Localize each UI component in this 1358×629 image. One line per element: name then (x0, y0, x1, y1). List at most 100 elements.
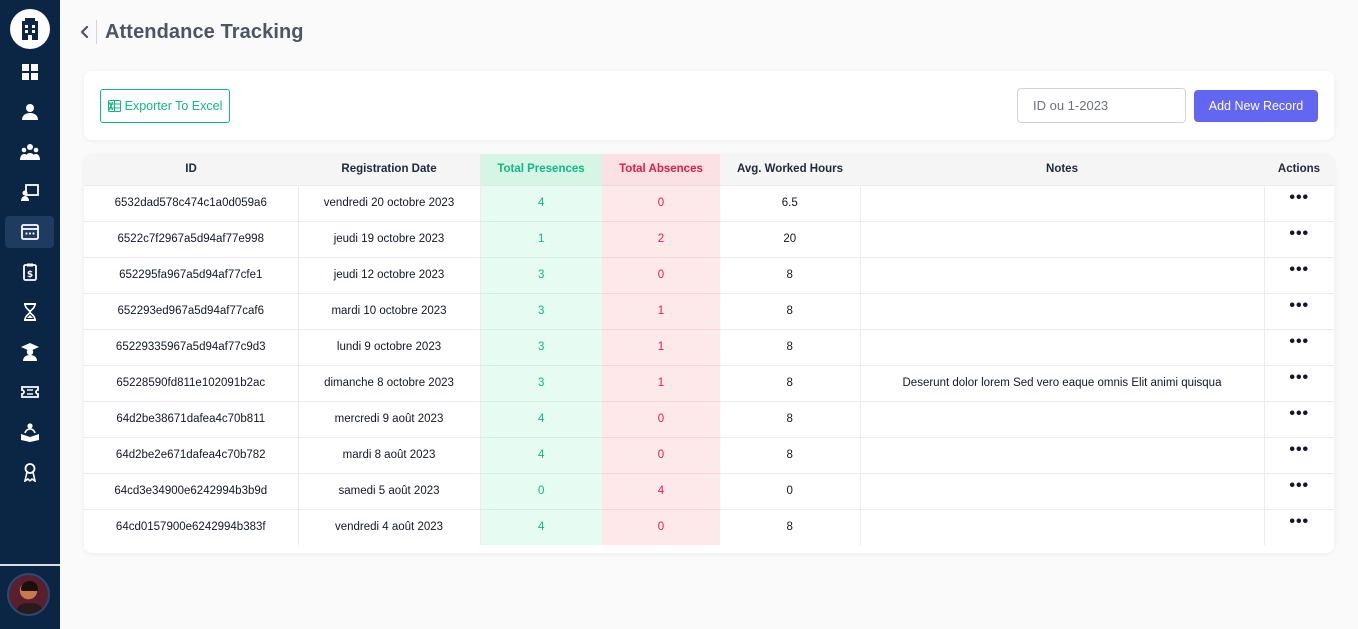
cell-id: 64d2be38671dafea4c70b811 (84, 400, 299, 437)
export-excel-button[interactable]: Exporter To Excel (100, 89, 230, 123)
avatar-hair (21, 581, 38, 591)
dashboard-icon (21, 64, 38, 80)
badge-icon (23, 463, 36, 482)
more-options-icon[interactable]: ••• (1289, 370, 1309, 386)
column-header-hours[interactable]: Avg. Worked Hours (720, 154, 860, 185)
company-logo[interactable] (10, 9, 50, 49)
more-options-icon[interactable]: ••• (1289, 442, 1309, 458)
cell-id: 6532dad578c474c1a0d059a6 (84, 184, 299, 221)
cell-presences: 4 (480, 184, 602, 221)
cell-id: 64d2be2e671dafea4c70b782 (84, 436, 299, 473)
toolbar-card: Exporter To Excel Add New Record (84, 71, 1334, 140)
cell-hours: 8 (720, 256, 861, 293)
column-header-date[interactable]: Registration Date (298, 154, 480, 185)
more-options-icon[interactable]: ••• (1289, 514, 1309, 530)
cell-id: 65229335967a5d94af77c9d3 (84, 328, 299, 365)
column-header-notes[interactable]: Notes (860, 154, 1264, 185)
more-options-icon[interactable]: ••• (1289, 406, 1309, 422)
cell-actions: ••• (1264, 292, 1334, 329)
search-input[interactable] (1017, 88, 1186, 123)
back-button[interactable] (78, 22, 92, 42)
table-row[interactable]: 65228590fd811e102091b2ac dimanche 8 octo… (84, 364, 1334, 401)
nav-training[interactable] (5, 176, 54, 208)
column-header-actions: Actions (1264, 154, 1334, 185)
cell-date: jeudi 12 octobre 2023 (298, 256, 481, 293)
cell-actions: ••• (1264, 184, 1334, 221)
nav-education[interactable] (5, 336, 54, 368)
cell-hours: 8 (720, 508, 861, 545)
cell-notes (860, 220, 1265, 257)
cell-actions: ••• (1264, 256, 1334, 293)
cell-actions: ••• (1264, 328, 1334, 365)
nav-library[interactable] (5, 416, 54, 448)
table-row[interactable]: 652293ed967a5d94af77caf6 mardi 10 octobr… (84, 292, 1334, 329)
cell-id: 65228590fd811e102091b2ac (84, 364, 299, 401)
cell-presences: 1 (480, 220, 602, 257)
cell-date: jeudi 19 octobre 2023 (298, 220, 481, 257)
cell-absences: 0 (602, 508, 720, 545)
cell-date: mercredi 9 août 2023 (298, 400, 481, 437)
graduate-icon (20, 343, 39, 361)
column-header-id[interactable]: ID (84, 154, 298, 185)
svg-text:$: $ (26, 270, 32, 280)
add-new-record-button[interactable]: Add New Record (1194, 90, 1318, 122)
cell-presences: 0 (480, 472, 602, 509)
table-row[interactable]: 652295fa967a5d94af77cfe1 jeudi 12 octobr… (84, 256, 1334, 293)
nav-attendance[interactable] (5, 216, 54, 248)
cell-absences: 0 (602, 400, 720, 437)
nav-employees[interactable] (5, 96, 54, 128)
calendar-icon (20, 224, 39, 240)
more-options-icon[interactable]: ••• (1289, 334, 1309, 350)
cell-notes (860, 472, 1265, 509)
table-row[interactable]: 6532dad578c474c1a0d059a6 vendredi 20 oct… (84, 184, 1334, 221)
cell-date: lundi 9 octobre 2023 (298, 328, 481, 365)
cell-absences: 2 (602, 220, 720, 257)
table-row[interactable]: 65229335967a5d94af77c9d3 lundi 9 octobre… (84, 328, 1334, 365)
table-row[interactable]: 64d2be38671dafea4c70b811 mercredi 9 août… (84, 400, 1334, 437)
cell-absences: 4 (602, 472, 720, 509)
avatar-body (15, 603, 44, 614)
table-row[interactable]: 64cd0157900e6242994b383f vendredi 4 août… (84, 508, 1334, 545)
more-options-icon[interactable]: ••• (1289, 262, 1309, 278)
user-avatar[interactable] (7, 573, 50, 616)
cell-id: 652295fa967a5d94af77cfe1 (84, 256, 299, 293)
cell-presences: 4 (480, 436, 602, 473)
team-icon (19, 144, 40, 160)
nav-tickets[interactable] (5, 376, 54, 408)
employee-icon (21, 104, 38, 120)
nav-dashboard[interactable] (5, 56, 54, 88)
cell-presences: 3 (480, 364, 602, 401)
cell-actions: ••• (1264, 472, 1334, 509)
cell-notes (860, 400, 1265, 437)
more-options-icon[interactable]: ••• (1289, 190, 1309, 206)
table-row[interactable]: 64cd3e34900e6242994b3b9d samedi 5 août 2… (84, 472, 1334, 509)
nav-awards[interactable] (5, 456, 54, 488)
cell-id: 652293ed967a5d94af77caf6 (84, 292, 299, 329)
cell-hours: 0 (720, 472, 861, 509)
cell-hours: 8 (720, 364, 861, 401)
more-options-icon[interactable]: ••• (1289, 298, 1309, 314)
page-title: Attendance Tracking (105, 20, 304, 43)
nav-payroll[interactable]: $ (5, 256, 54, 288)
column-header-absences[interactable]: Total Absences (602, 154, 720, 185)
export-label: Exporter To Excel (124, 99, 223, 113)
cell-notes (860, 508, 1265, 545)
cell-notes (860, 436, 1265, 473)
table-row[interactable]: 64d2be2e671dafea4c70b782 mardi 8 août 20… (84, 436, 1334, 473)
column-header-presences[interactable]: Total Presences (480, 154, 602, 185)
table-row[interactable]: 6522c7f2967a5d94af77e998 jeudi 19 octobr… (84, 220, 1334, 257)
ticket-icon (20, 386, 39, 398)
hourglass-icon (23, 303, 36, 321)
sidebar-divider (0, 564, 60, 566)
nav-teams[interactable] (5, 136, 54, 168)
more-options-icon[interactable]: ••• (1289, 226, 1309, 242)
cell-date: samedi 5 août 2023 (298, 472, 481, 509)
chevron-left-icon (80, 26, 89, 38)
cell-notes (860, 292, 1265, 329)
cell-absences: 0 (602, 256, 720, 293)
attendance-table-card: ID Registration Date Total Presences Tot… (84, 154, 1334, 553)
nav-timesheet[interactable] (5, 296, 54, 328)
cell-hours: 8 (720, 292, 861, 329)
cell-date: mardi 8 août 2023 (298, 436, 481, 473)
more-options-icon[interactable]: ••• (1289, 478, 1309, 494)
